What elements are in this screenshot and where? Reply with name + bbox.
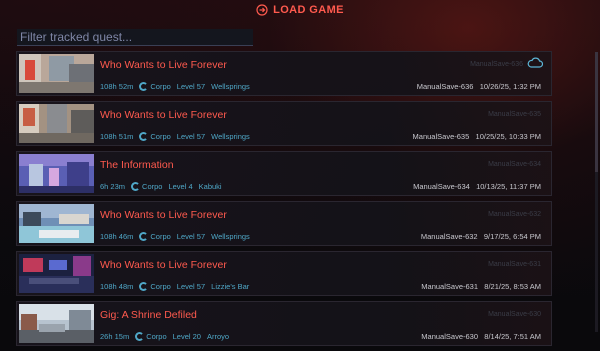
playtime: 108h 52m [100,82,134,91]
level: Level 4 [168,182,193,191]
scrollbar-thumb[interactable] [595,52,598,172]
save-info: ManualSave-631 8/21/25, 8:53 AM [421,282,541,291]
save-datetime: 10/25/25, 10:33 PM [475,132,541,141]
faint-save-label: ManualSave-635 [488,111,541,118]
location: Lizzie's Bar [211,282,250,291]
save-name: ManualSave-635 [412,132,470,141]
level: Level 57 [176,132,206,141]
lifepath: Corpo [150,232,171,241]
lifepath: Corpo [150,132,171,141]
save-thumbnail [19,104,94,143]
save-slot[interactable]: Who Wants to Live Forever 108h 46m Corpo… [16,201,552,246]
save-datetime: 8/21/25, 8:53 AM [484,282,541,291]
level: Level 57 [176,232,206,241]
save-info: ManualSave-634 10/13/25, 11:37 PM [413,182,541,191]
save-name: ManualSave-636 [416,82,474,91]
quest-title: Gig: A Shrine Defiled [100,309,197,321]
level: Level 57 [176,282,206,291]
save-slot[interactable]: The Information 6h 23m Corpo Level 4 Kab… [16,151,552,196]
save-thumbnail [19,254,94,293]
faint-save-label: ManualSave-632 [488,211,541,218]
corpo-icon [139,132,149,141]
faint-save-label: ManualSave-636 [470,61,523,68]
exit-icon[interactable] [256,4,268,16]
quest-title: Who Wants to Live Forever [100,59,227,71]
save-meta: 6h 23m Corpo Level 4 Kabuki [100,182,222,191]
save-thumbnail [19,304,94,343]
corpo-icon [131,182,141,191]
cloud-icon [527,57,543,68]
corpo-icon [135,332,145,341]
save-datetime: 9/17/25, 6:54 PM [483,232,541,241]
location: Arroyo [206,332,230,341]
save-meta: 108h 51m Corpo Level 57 Wellsprings [100,132,250,141]
faint-save-label: ManualSave-630 [488,311,541,318]
save-info: ManualSave-636 10/26/25, 1:32 PM [417,82,541,91]
header: LOAD GAME [0,0,600,20]
save-name: ManualSave-631 [421,282,479,291]
save-slot[interactable]: Who Wants to Live Forever 108h 51m Corpo… [16,101,552,146]
save-meta: 26h 15m Corpo Level 20 Arroyo [100,332,229,341]
level: Level 57 [176,82,206,91]
quest-title: The Information [100,159,174,171]
faint-save-label: ManualSave-634 [488,161,541,168]
location: Wellsprings [211,232,250,241]
save-slot[interactable]: Who Wants to Live Forever 108h 48m Corpo… [16,251,552,296]
location: Wellsprings [211,132,250,141]
save-name: ManualSave-634 [413,182,470,191]
corpo-icon [139,232,149,241]
playtime: 108h 51m [100,132,134,141]
save-info: ManualSave-635 10/25/25, 10:33 PM [413,132,541,141]
lifepath: Corpo [150,82,171,91]
save-datetime: 10/26/25, 1:32 PM [479,82,541,91]
lifepath: Corpo [142,182,163,191]
save-slot[interactable]: Gig: A Shrine Defiled 26h 15m Corpo Leve… [16,301,552,346]
save-slot[interactable]: Who Wants to Live Forever 108h 52m Corpo… [16,51,552,96]
save-thumbnail [19,154,94,193]
save-info: ManualSave-630 8/14/25, 7:51 AM [421,332,541,341]
filter-input[interactable]: Filter tracked quest... [17,29,253,46]
quest-title: Who Wants to Live Forever [100,209,227,221]
faint-save-label: ManualSave-631 [488,261,541,268]
corpo-icon [139,282,149,291]
save-thumbnail [19,204,94,243]
save-datetime: 8/14/25, 7:51 AM [484,332,541,341]
playtime: 108h 46m [100,232,134,241]
save-datetime: 10/13/25, 11:37 PM [476,182,541,191]
save-meta: 108h 48m Corpo Level 57 Lizzie's Bar [100,282,249,291]
save-thumbnail [19,54,94,93]
playtime: 108h 48m [100,282,134,291]
lifepath: Corpo [146,332,167,341]
save-name: ManualSave-632 [420,232,478,241]
save-meta: 108h 52m Corpo Level 57 Wellsprings [100,82,250,91]
page-title: LOAD GAME [273,4,344,16]
corpo-icon [139,82,149,91]
quest-title: Who Wants to Live Forever [100,109,227,121]
save-meta: 108h 46m Corpo Level 57 Wellsprings [100,232,250,241]
location: Kabuki [198,182,222,191]
save-info: ManualSave-632 9/17/25, 6:54 PM [421,232,541,241]
quest-title: Who Wants to Live Forever [100,259,227,271]
playtime: 26h 15m [100,332,130,341]
scrollbar[interactable] [595,52,598,332]
playtime: 6h 23m [100,182,126,191]
save-name: ManualSave-630 [421,332,479,341]
level: Level 20 [172,332,201,341]
lifepath: Corpo [150,282,171,291]
location: Wellsprings [211,82,250,91]
